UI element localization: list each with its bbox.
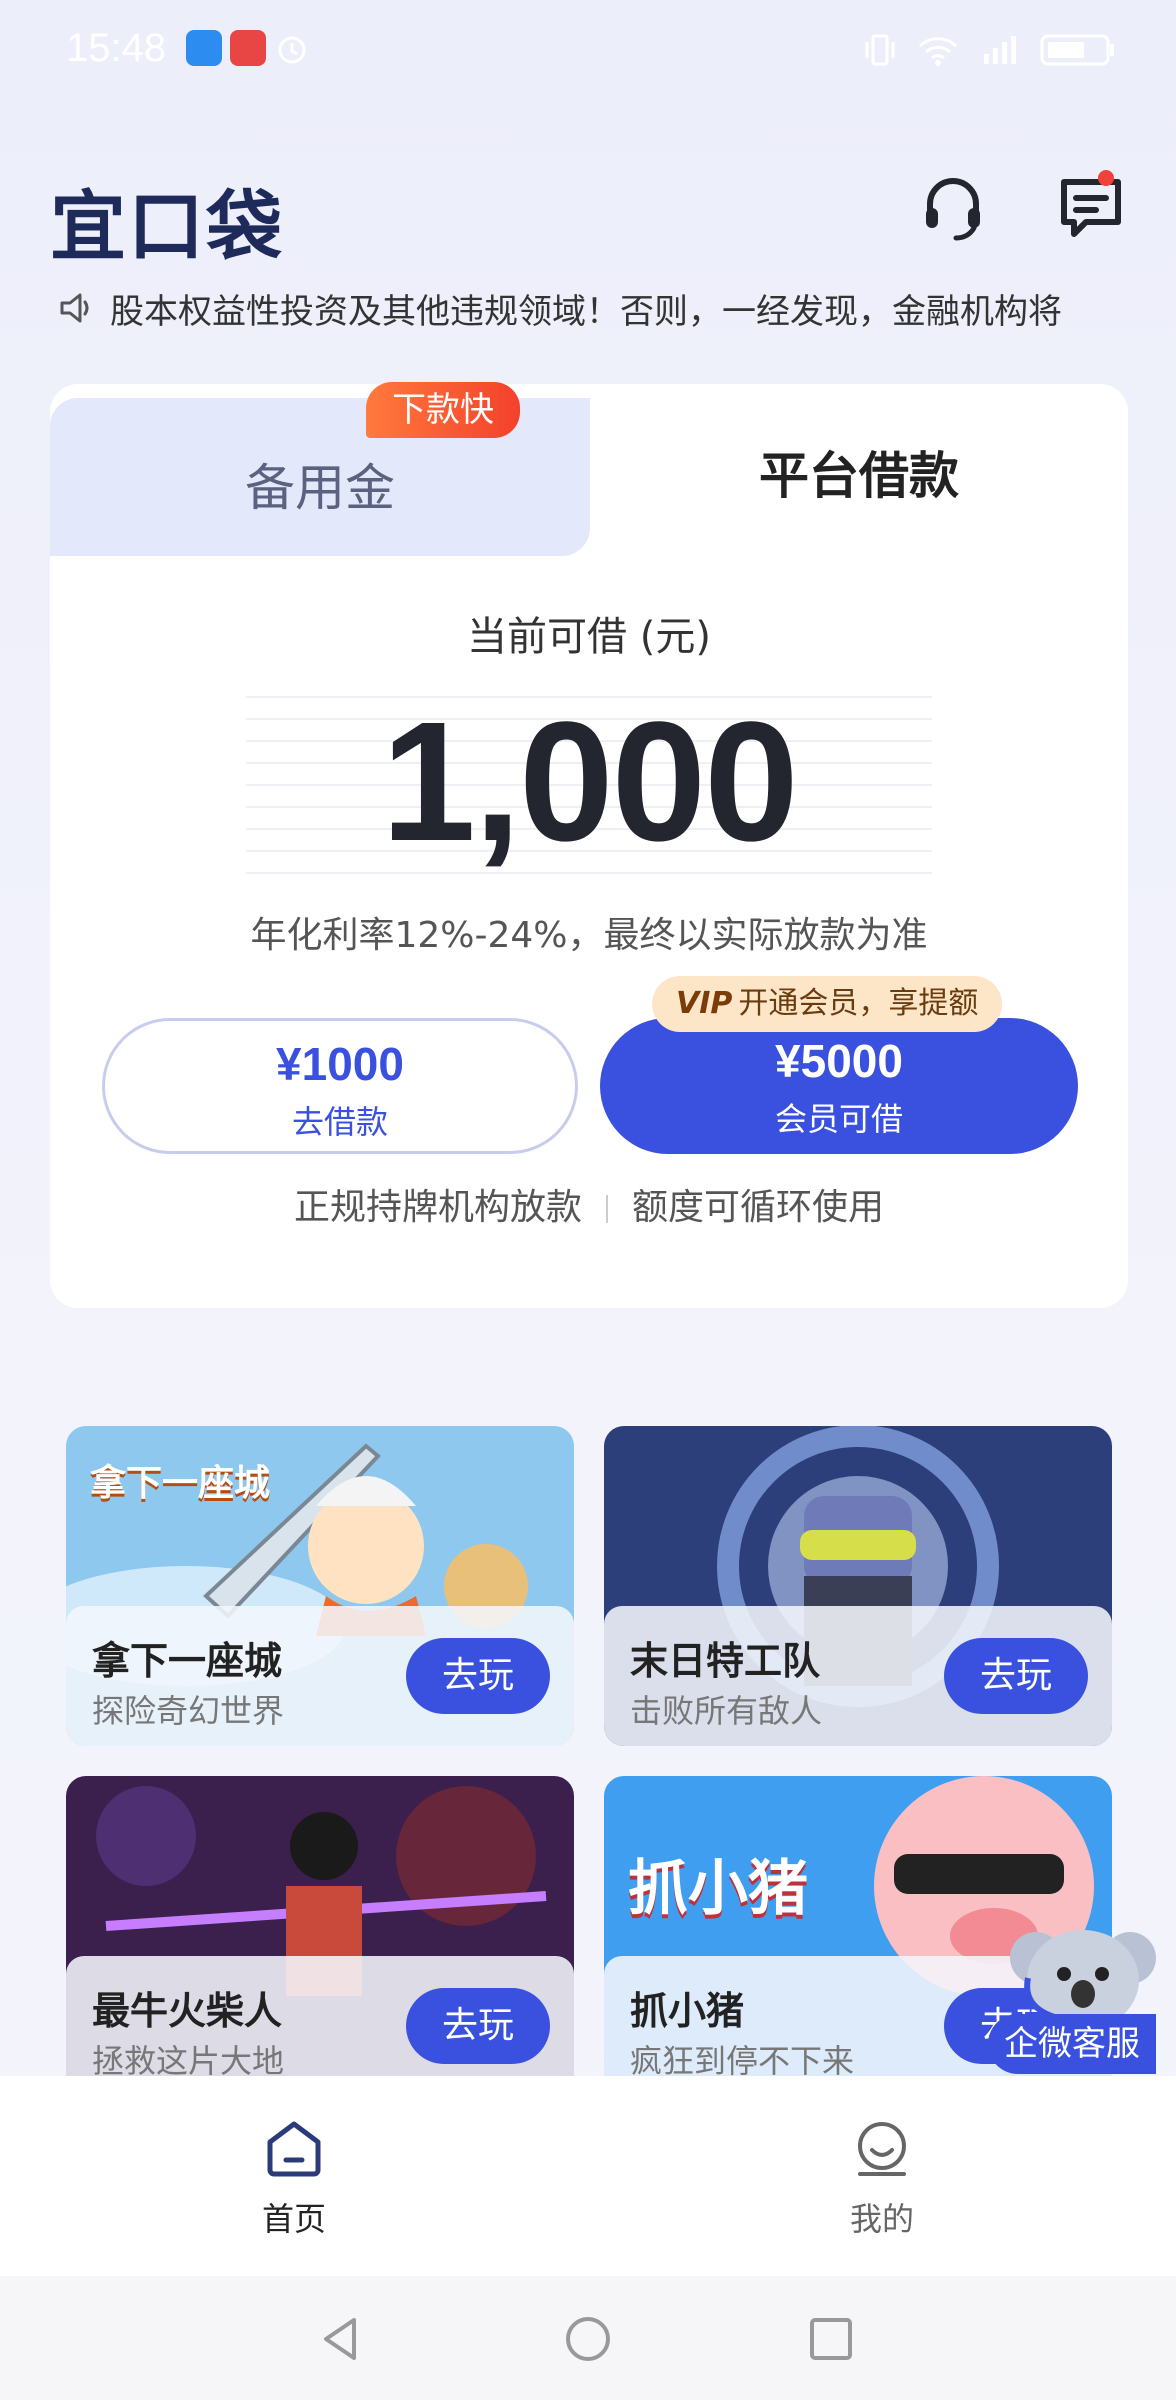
fast-loan-badge: 下款快 [366, 382, 520, 438]
game-title: 最牛火柴人 [92, 1989, 283, 2033]
member-borrow-button[interactable]: ¥5000 会员可借 [600, 1018, 1078, 1154]
feature-line: 正规持牌机构放款 额度可循环使用 [50, 1178, 1128, 1230]
status-notification-icons [186, 30, 310, 66]
system-nav-bar [0, 2276, 1176, 2400]
speaker-icon [60, 293, 89, 323]
home-icon [267, 2121, 321, 2177]
tab-platform-label: 平台借款 [759, 447, 959, 505]
game-card[interactable]: 末日特工队 击败所有敌人 去玩 [604, 1426, 1112, 1746]
feature-licensed: 正规持牌机构放款 [293, 1187, 582, 1228]
loan-card: 备用金 下款快 平台借款 当前可借 (元) 1,000 年化利率12%-24%，… [50, 382, 1128, 1308]
bottom-nav: 首页 我的 [0, 2076, 1176, 2276]
app-logo: 宜口袋 [50, 182, 284, 271]
status-bar: 15:48 [0, 0, 1176, 100]
nav-home-label: 首页 [261, 2200, 326, 2238]
nav-mine-label: 我的 [849, 2200, 914, 2238]
tab-standby-label: 备用金 [245, 459, 395, 517]
vip-upgrade-badge[interactable]: VIP 开通会员，享提额 [652, 976, 1003, 1032]
notice-text: 股本权益性投资及其他违规领域！否则，一经发现，金融机构将 [110, 291, 1062, 332]
borrow-button[interactable]: ¥1000 去借款 [102, 1018, 578, 1154]
game-card[interactable]: 最牛火柴人 拯救这片大地 去玩 [66, 1776, 574, 2096]
headset-icon[interactable] [918, 172, 988, 242]
notification-dot [1098, 170, 1114, 186]
signal-icon [984, 36, 1016, 64]
wifi-icon [918, 37, 958, 66]
message-icon[interactable] [1056, 172, 1126, 242]
feature-revolving: 额度可循环使用 [632, 1187, 885, 1228]
game-info: 末日特工队 击败所有敌人 去玩 [604, 1606, 1112, 1746]
vip-icon: VIP [676, 986, 733, 1021]
member-label: 会员可借 [774, 1100, 903, 1138]
game-app-icon [230, 30, 266, 66]
available-label: 当前可借 (元) [467, 614, 711, 660]
home-circle-icon[interactable] [563, 2314, 613, 2364]
nav-mine[interactable]: 我的 [782, 2116, 982, 2240]
borrow-label: 去借款 [291, 1103, 388, 1141]
game-desc: 击败所有敌人 [630, 1692, 823, 1730]
play-button[interactable]: 去玩 [944, 1638, 1088, 1714]
game-desc: 探险奇幻世界 [92, 1692, 285, 1730]
customer-service-label: 企微客服 [988, 2014, 1156, 2074]
game-title: 末日特工队 [630, 1639, 821, 1683]
vibrate-icon [865, 34, 895, 66]
game-card[interactable]: 拿下一座城 拿下一座城 探险奇幻世界 去玩 [66, 1426, 574, 1746]
play-button[interactable]: 去玩 [406, 1988, 550, 2064]
game-art-title: 抓小猪 [628, 1854, 808, 1924]
feature-divider [606, 1195, 608, 1223]
game-info: 拿下一座城 探险奇幻世界 去玩 [66, 1606, 574, 1746]
play-button[interactable]: 去玩 [406, 1638, 550, 1714]
vip-badge-text: 开通会员，享提额 [738, 986, 979, 1021]
borrow-amount: ¥1000 [276, 1038, 404, 1090]
game-title: 拿下一座城 [92, 1639, 283, 1683]
game-info: 最牛火柴人 拯救这片大地 去玩 [66, 1956, 574, 2096]
status-time: 15:48 [66, 26, 167, 70]
customer-service-float[interactable]: 企微客服 [988, 1918, 1176, 2078]
notice-marquee: 股本权益性投资及其他违规领域！否则，一经发现，金融机构将 [56, 280, 1126, 336]
profile-icon [858, 2122, 906, 2176]
member-amount: ¥5000 [775, 1035, 903, 1087]
recents-icon[interactable] [806, 2314, 856, 2364]
nav-home[interactable]: 首页 [194, 2116, 394, 2240]
status-system-icons [862, 32, 1116, 68]
battery-icon [1040, 34, 1114, 66]
game-title: 抓小猪 [630, 1989, 745, 2033]
back-icon[interactable] [316, 2314, 366, 2364]
interest-rate-text: 年化利率12%-24%，最终以实际放款为准 [250, 915, 928, 956]
chat-app-icon [186, 30, 222, 66]
available-amount: 1,000 [381, 687, 798, 877]
alarm-icon [278, 36, 306, 64]
game-art-title: 拿下一座城 [90, 1463, 271, 1504]
